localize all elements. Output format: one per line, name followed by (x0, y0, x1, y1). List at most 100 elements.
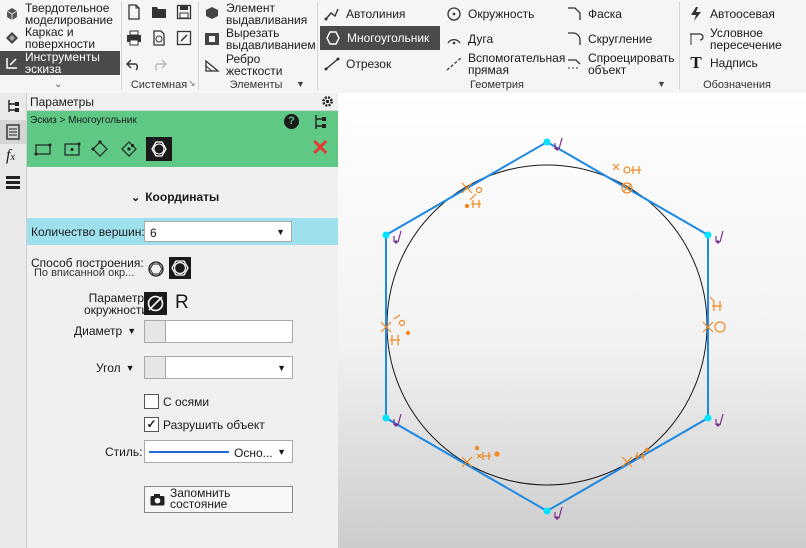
chamfer-button[interactable]: Фаска (566, 6, 622, 22)
inscribed-mode-button[interactable] (169, 257, 191, 279)
style-label: Стиль: (105, 445, 143, 459)
print-icon[interactable] (126, 30, 142, 46)
mode-solid-modeling[interactable]: Твердотельное моделирование (4, 2, 118, 26)
vertex-point[interactable] (543, 138, 551, 146)
aux-line-button[interactable]: Вспомогательная прямая (446, 51, 566, 77)
text-icon: T (690, 53, 702, 72)
panel-title: Параметры (30, 95, 94, 109)
mode-wireframe-surfaces[interactable]: Каркас и поверхности (4, 26, 118, 50)
circle-button[interactable]: Окружность (446, 6, 534, 22)
variables-icon[interactable]: fx (6, 147, 15, 165)
vertex-point[interactable] (704, 414, 712, 422)
cut-extrude-button[interactable]: Вырезать выдавливанием (204, 27, 326, 51)
geometry-dropdown-icon[interactable]: ▼ (657, 79, 666, 89)
expand-chevron-icon[interactable]: ⌄ (54, 79, 62, 90)
conditional-intersection-button[interactable]: Условное пересечение (688, 27, 794, 51)
text-label: Надпись (710, 56, 758, 70)
inscribed-circle[interactable] (386, 164, 708, 486)
ribbon-separator (317, 2, 318, 90)
circumscribed-mode-icon[interactable] (147, 260, 165, 278)
chamfer-icon (568, 7, 581, 20)
polygon-mode-polygon-active[interactable] (146, 137, 172, 161)
polygon-mode-vertex-icon[interactable] (91, 140, 109, 158)
drawing-canvas[interactable] (338, 93, 806, 548)
destroy-checkbox[interactable]: ✓ (144, 417, 159, 432)
geometry-group-title: Геометрия (469, 79, 525, 91)
circle-icon (447, 7, 461, 21)
ribbon-separator (198, 2, 199, 90)
sketch-svg (380, 137, 726, 520)
section-title: Координаты (145, 190, 220, 204)
dropdown-arrow-icon: ▼ (277, 363, 286, 373)
segment-icon (324, 57, 340, 71)
autoline-label: Автолиния (346, 7, 406, 21)
solid-modeling-icon (6, 8, 18, 20)
help-icon[interactable]: ? (284, 114, 299, 129)
angle-input[interactable]: ▼ (165, 356, 293, 379)
vertex-point[interactable] (543, 507, 551, 515)
auto-axis-label: Автоосевая (710, 7, 775, 21)
tangent-constraint-icon[interactable] (461, 182, 483, 209)
save-as-icon[interactable] (176, 30, 192, 46)
rib-button[interactable]: Ребро жесткости (204, 53, 316, 77)
hexagon-polygon[interactable] (385, 140, 709, 513)
fillet-button[interactable]: Скругление (566, 31, 652, 47)
polygon-button[interactable]: Многоугольник (320, 26, 440, 50)
open-icon[interactable] (151, 4, 167, 20)
vertex-count-value: 6 (150, 226, 157, 240)
preview-icon[interactable] (151, 30, 167, 46)
redo-icon[interactable] (151, 56, 167, 72)
vertex-point[interactable] (704, 231, 712, 239)
save-icon[interactable] (176, 4, 192, 20)
diameter-input[interactable] (165, 320, 293, 343)
polygon-mode-center-icon[interactable] (63, 141, 81, 157)
aux-line-label: Вспомогательная прямая (468, 51, 566, 77)
vertex-point[interactable] (382, 414, 390, 422)
cut-extrude-icon (205, 33, 219, 45)
project-object-button[interactable]: Спроецировать объект (566, 52, 676, 76)
diameter-label: Диаметр (74, 324, 123, 338)
vertex-point[interactable] (382, 231, 390, 239)
remember-state-button[interactable]: Запомнить состояние (144, 486, 293, 513)
diameter-label-dropdown[interactable]: Диаметр ▼ (74, 324, 136, 338)
auto-axis-button[interactable]: Автоосевая (688, 6, 775, 22)
line-style-swatch (149, 451, 229, 453)
angle-label-dropdown[interactable]: Угол ▼ (96, 361, 135, 375)
extrude-button[interactable]: Элемент выдавливания (204, 2, 316, 26)
aux-line-icon (446, 57, 462, 71)
gear-icon[interactable] (321, 95, 334, 108)
tangent-constraint-icon[interactable] (612, 163, 641, 194)
elements-dropdown-icon[interactable]: ▼ (296, 79, 305, 89)
polygon-mode-polygon-icon (151, 141, 167, 157)
conditional-intersection-label: Условное пересечение (710, 26, 782, 52)
polygon-mode-edge-icon[interactable] (120, 140, 138, 158)
circle-label: Окружность (468, 7, 535, 21)
mode-sketch-tools[interactable]: Инструменты эскиза (0, 51, 120, 75)
layers-icon[interactable] (5, 174, 21, 190)
axes-checkbox[interactable] (144, 394, 159, 409)
segment-button[interactable]: Отрезок (324, 56, 391, 72)
breadcrumb: Эскиз > Многоугольник (30, 115, 137, 126)
autoline-button[interactable]: Автолиния (324, 6, 405, 22)
close-icon[interactable]: ✕ (311, 137, 329, 159)
tree-view-icon[interactable] (313, 114, 327, 130)
destroy-label: Разрушить объект (163, 418, 265, 432)
new-document-icon[interactable] (126, 4, 142, 20)
style-select[interactable]: Осно... ▼ (144, 440, 293, 463)
angle-lock-box[interactable] (144, 356, 166, 379)
undo-icon[interactable] (126, 56, 142, 72)
text-button[interactable]: T Надпись (688, 53, 758, 72)
group-launcher-icon[interactable]: ↘ (188, 78, 196, 89)
section-toggle[interactable]: ⌄ Координаты (131, 190, 219, 204)
dropdown-arrow-icon: ▼ (276, 227, 285, 237)
polygon-mode-rect-icon[interactable] (34, 141, 52, 157)
arc-button[interactable]: Дуга (446, 31, 493, 47)
polygon-label: Многоугольник (347, 31, 430, 45)
radius-mode-button[interactable]: R (175, 292, 189, 314)
vertex-markers (393, 137, 724, 520)
tree-icon[interactable] (5, 98, 21, 114)
diameter-lock-box[interactable] (144, 320, 166, 343)
system-group (124, 4, 196, 76)
diameter-icon (147, 295, 164, 312)
vertex-count-select[interactable]: 6 ▼ (144, 221, 292, 242)
